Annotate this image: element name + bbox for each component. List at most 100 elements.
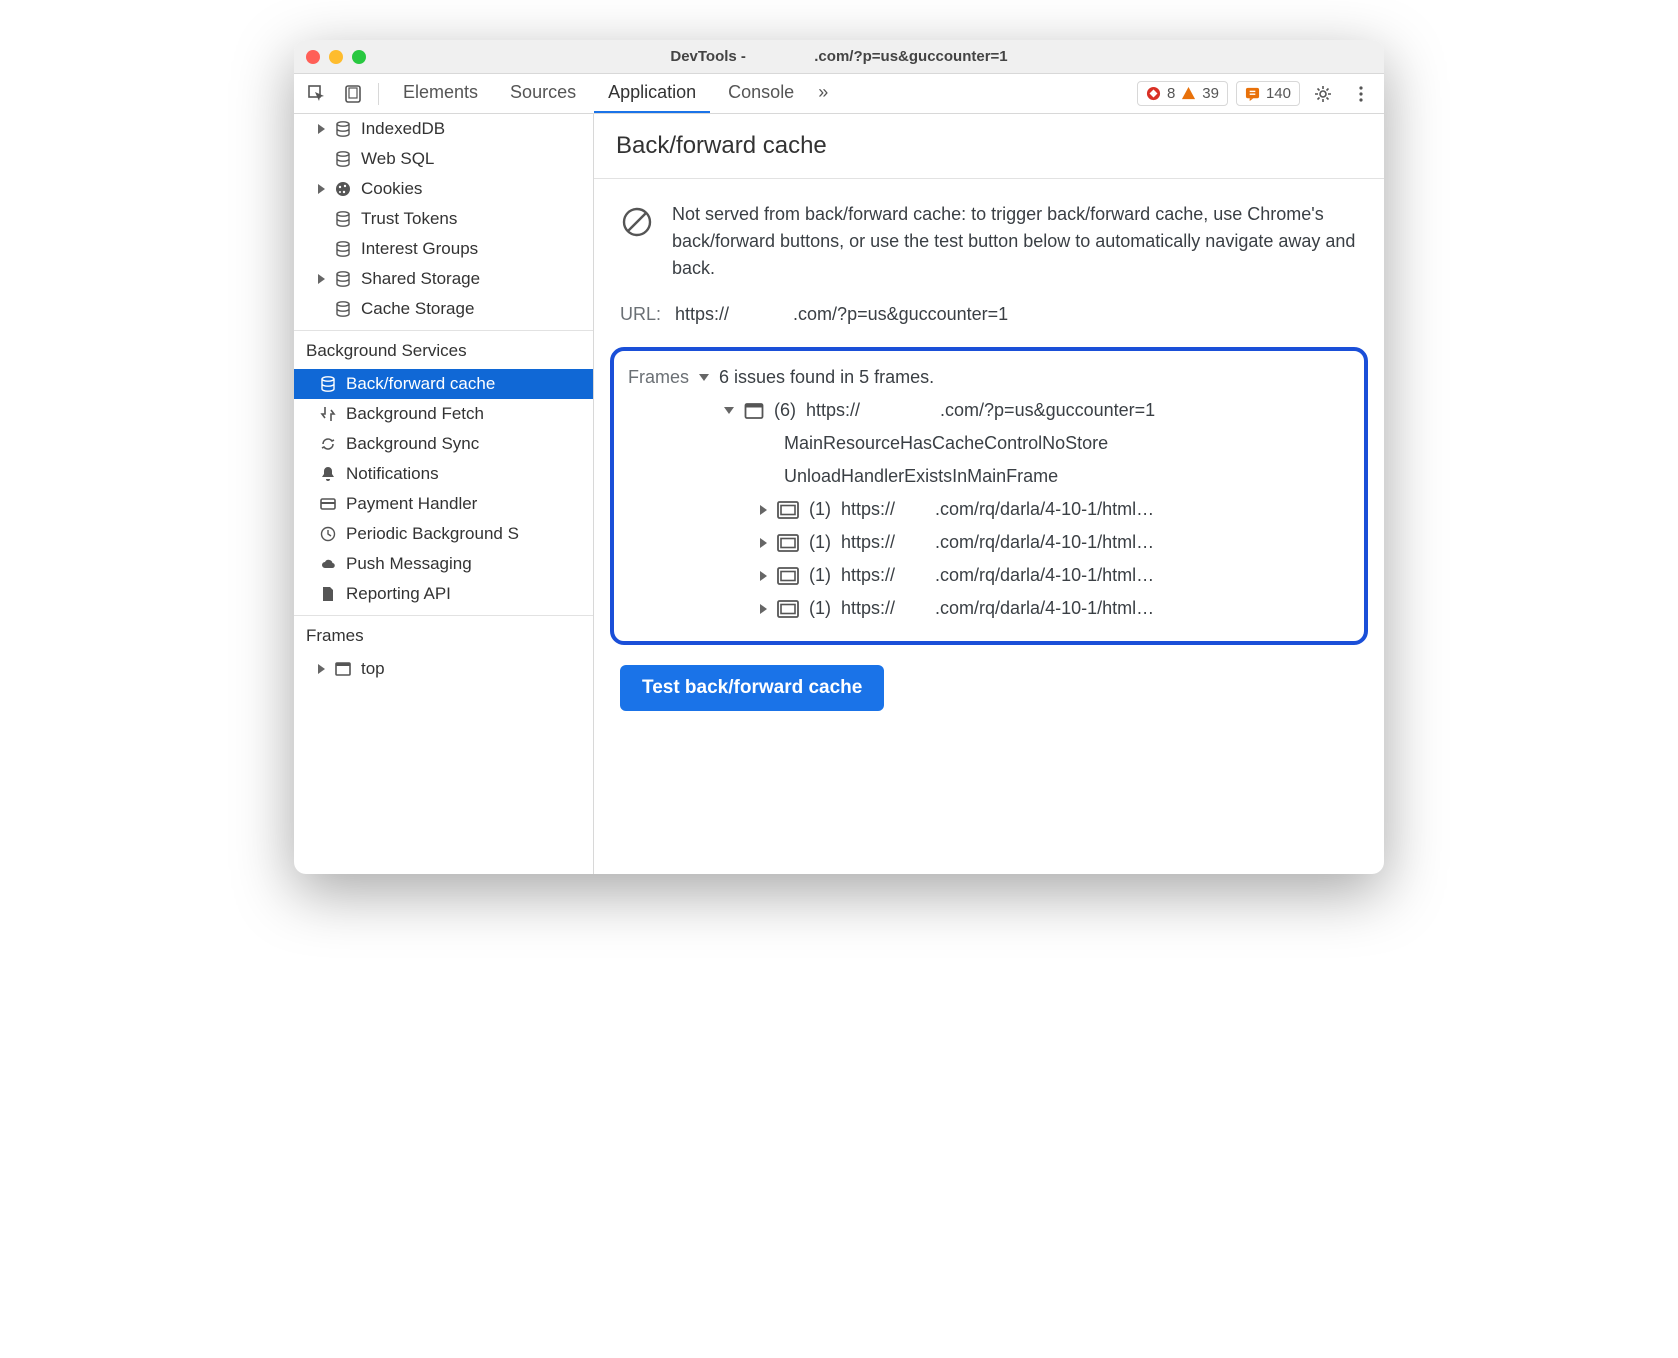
collapse-icon	[699, 374, 709, 381]
sidebar-item-background-fetch[interactable]: Background Fetch	[294, 399, 593, 429]
label: Cache Storage	[361, 299, 474, 319]
expand-icon	[760, 505, 767, 515]
sidebar: IndexedDB Web SQL Cookies Trust Tokens	[294, 114, 594, 874]
bell-icon	[318, 464, 338, 484]
iframe-icon	[777, 600, 799, 618]
window-title: DevTools - .com/?p=us&guccounter=1	[294, 48, 1384, 65]
section-header: Frames	[294, 616, 593, 654]
tab-sources[interactable]: Sources	[496, 74, 590, 113]
ban-icon	[620, 205, 654, 239]
inspect-icon[interactable]	[302, 79, 332, 109]
sidebar-item-payment-handler[interactable]: Payment Handler	[294, 489, 593, 519]
devtools-window: DevTools - .com/?p=us&guccounter=1 Eleme…	[294, 40, 1384, 874]
frames-summary: 6 issues found in 5 frames.	[719, 367, 934, 388]
fetch-icon	[318, 404, 338, 424]
child-frame-row[interactable]: (1) https://.com/rq/darla/4-10-1/html…	[628, 526, 1350, 559]
tab-console[interactable]: Console	[714, 74, 808, 113]
url-label: URL:	[620, 304, 661, 325]
sidebar-item-periodic-bg-sync[interactable]: Periodic Background S	[294, 519, 593, 549]
title-prefix: DevTools -	[670, 48, 750, 65]
frame-count: (1)	[809, 532, 831, 553]
frame-url: https://.com/rq/darla/4-10-1/html…	[841, 598, 1154, 619]
frame-url: https://.com/rq/darla/4-10-1/html…	[841, 499, 1154, 520]
more-menu-icon[interactable]	[1346, 79, 1376, 109]
issues-badge[interactable]: 140	[1236, 81, 1300, 106]
cloud-icon	[318, 554, 338, 574]
label: Cookies	[361, 179, 422, 199]
body: IndexedDB Web SQL Cookies Trust Tokens	[294, 114, 1384, 874]
background-services-section: Background Services Back/forward cache B…	[294, 331, 593, 616]
reason-row[interactable]: MainResourceHasCacheControlNoStore	[628, 427, 1350, 460]
test-bfcache-button[interactable]: Test back/forward cache	[620, 665, 884, 711]
sync-icon	[318, 434, 338, 454]
label: Back/forward cache	[346, 374, 495, 394]
sidebar-item-shared-storage[interactable]: Shared Storage	[294, 264, 593, 294]
sidebar-item-trust-tokens[interactable]: Trust Tokens	[294, 204, 593, 234]
expand-icon	[318, 274, 325, 284]
label: Trust Tokens	[361, 209, 457, 229]
tab-elements[interactable]: Elements	[389, 74, 492, 113]
warning-icon	[1181, 86, 1196, 101]
frames-section: Frames top	[294, 616, 593, 690]
expand-icon	[318, 184, 325, 194]
frames-label: Frames	[628, 367, 689, 388]
sidebar-item-cookies[interactable]: Cookies	[294, 174, 593, 204]
card-icon	[318, 494, 338, 514]
titlebar: DevTools - .com/?p=us&guccounter=1	[294, 40, 1384, 74]
main-content: Not served from back/forward cache: to t…	[594, 179, 1384, 737]
status-group: 8 39 140	[1137, 79, 1376, 109]
database-icon	[333, 149, 353, 169]
frames-summary-row[interactable]: Frames 6 issues found in 5 frames.	[628, 361, 1350, 394]
sidebar-item-background-sync[interactable]: Background Sync	[294, 429, 593, 459]
label: Payment Handler	[346, 494, 477, 514]
url-value: https://.com/?p=us&guccounter=1	[675, 304, 1008, 325]
sidebar-item-cache-storage[interactable]: Cache Storage	[294, 294, 593, 324]
label: Shared Storage	[361, 269, 480, 289]
errors-warnings-badge[interactable]: 8 39	[1137, 81, 1228, 106]
label: IndexedDB	[361, 119, 445, 139]
clock-icon	[318, 524, 338, 544]
expand-icon	[318, 124, 325, 134]
iframe-icon	[777, 501, 799, 519]
device-toggle-icon[interactable]	[338, 79, 368, 109]
label: Background Sync	[346, 434, 479, 454]
sidebar-item-reporting-api[interactable]: Reporting API	[294, 579, 593, 609]
section-header: Background Services	[294, 331, 593, 369]
settings-icon[interactable]	[1308, 79, 1338, 109]
label: Interest Groups	[361, 239, 478, 259]
frame-root-row[interactable]: (6) https://.com/?p=us&guccounter=1	[628, 394, 1350, 427]
tab-application[interactable]: Application	[594, 74, 710, 113]
label: Reporting API	[346, 584, 451, 604]
frame-count: (1)	[809, 598, 831, 619]
error-count: 8	[1167, 85, 1175, 102]
sidebar-item-indexeddb[interactable]: IndexedDB	[294, 114, 593, 144]
reason-text: UnloadHandlerExistsInMainFrame	[784, 466, 1058, 487]
iframe-icon	[777, 567, 799, 585]
title-suffix: .com/?p=us&guccounter=1	[814, 48, 1007, 65]
child-frame-row[interactable]: (1) https://.com/rq/darla/4-10-1/html…	[628, 592, 1350, 625]
sidebar-item-push-messaging[interactable]: Push Messaging	[294, 549, 593, 579]
child-frame-row[interactable]: (1) https://.com/rq/darla/4-10-1/html…	[628, 559, 1350, 592]
storage-section: IndexedDB Web SQL Cookies Trust Tokens	[294, 114, 593, 331]
label: Push Messaging	[346, 554, 472, 574]
label: Background Fetch	[346, 404, 484, 424]
child-frame-row[interactable]: (1) https://.com/rq/darla/4-10-1/html…	[628, 493, 1350, 526]
database-icon	[333, 209, 353, 229]
error-icon	[1146, 86, 1161, 101]
reason-row[interactable]: UnloadHandlerExistsInMainFrame	[628, 460, 1350, 493]
database-icon	[333, 119, 353, 139]
main-panel: Back/forward cache Not served from back/…	[594, 114, 1384, 874]
sidebar-item-bfcache[interactable]: Back/forward cache	[294, 369, 593, 399]
label: Web SQL	[361, 149, 434, 169]
sidebar-item-notifications[interactable]: Notifications	[294, 459, 593, 489]
page-title: Back/forward cache	[594, 114, 1384, 179]
panel-tabs: Elements Sources Application Console »	[389, 74, 834, 113]
sidebar-item-websql[interactable]: Web SQL	[294, 144, 593, 174]
issues-count: 140	[1266, 85, 1291, 102]
more-tabs-button[interactable]: »	[812, 74, 834, 113]
frame-icon	[333, 659, 353, 679]
sidebar-item-interest-groups[interactable]: Interest Groups	[294, 234, 593, 264]
collapse-icon	[724, 407, 734, 414]
expand-icon	[760, 604, 767, 614]
sidebar-item-frame-top[interactable]: top	[294, 654, 593, 684]
